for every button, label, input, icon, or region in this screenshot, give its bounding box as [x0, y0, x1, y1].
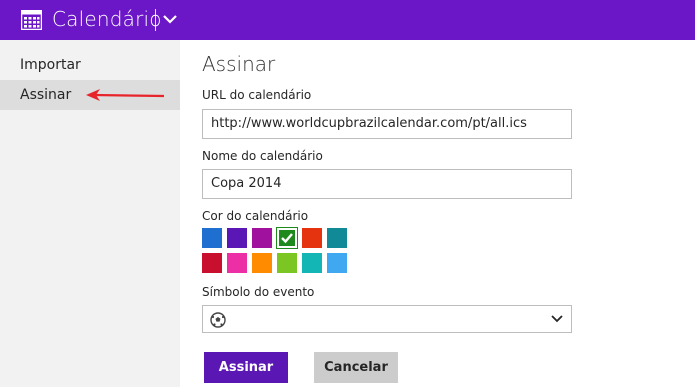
app-header: Calendário [0, 0, 695, 40]
color-label: Cor do calendário [202, 209, 309, 223]
sidebar-item-importar[interactable]: Importar [0, 50, 180, 80]
color-swatch[interactable] [277, 253, 297, 273]
chevron-down-icon[interactable] [162, 12, 178, 26]
url-input[interactable]: http://www.worldcupbrazilcalendar.com/pt… [202, 109, 572, 139]
color-swatch[interactable] [227, 253, 247, 273]
red-arrow-icon [86, 89, 165, 101]
symbol-label: Símbolo do evento [202, 285, 315, 299]
title-divider [155, 9, 156, 31]
soccer-ball-icon [210, 312, 226, 328]
name-input[interactable]: Copa 2014 [202, 169, 572, 199]
chevron-down-icon [551, 315, 563, 323]
app-title: Calendário [52, 7, 162, 31]
checkmark-icon [281, 233, 293, 244]
color-swatch[interactable] [327, 228, 347, 248]
color-swatch[interactable] [202, 253, 222, 273]
color-swatch[interactable] [327, 253, 347, 273]
symbol-select[interactable] [202, 305, 572, 333]
calendar-icon [21, 10, 42, 30]
color-swatch[interactable] [302, 228, 322, 248]
color-swatch[interactable] [252, 253, 272, 273]
subscribe-button[interactable]: Assinar [204, 352, 288, 383]
color-swatch[interactable] [252, 228, 272, 248]
url-label: URL do calendário [202, 88, 312, 102]
color-swatch[interactable] [202, 228, 222, 248]
page-title: Assinar [202, 52, 276, 76]
name-label: Nome do calendário [202, 149, 323, 163]
color-swatch[interactable] [276, 227, 298, 249]
cancel-button[interactable]: Cancelar [314, 352, 398, 383]
color-swatch[interactable] [302, 253, 322, 273]
color-swatch[interactable] [227, 228, 247, 248]
